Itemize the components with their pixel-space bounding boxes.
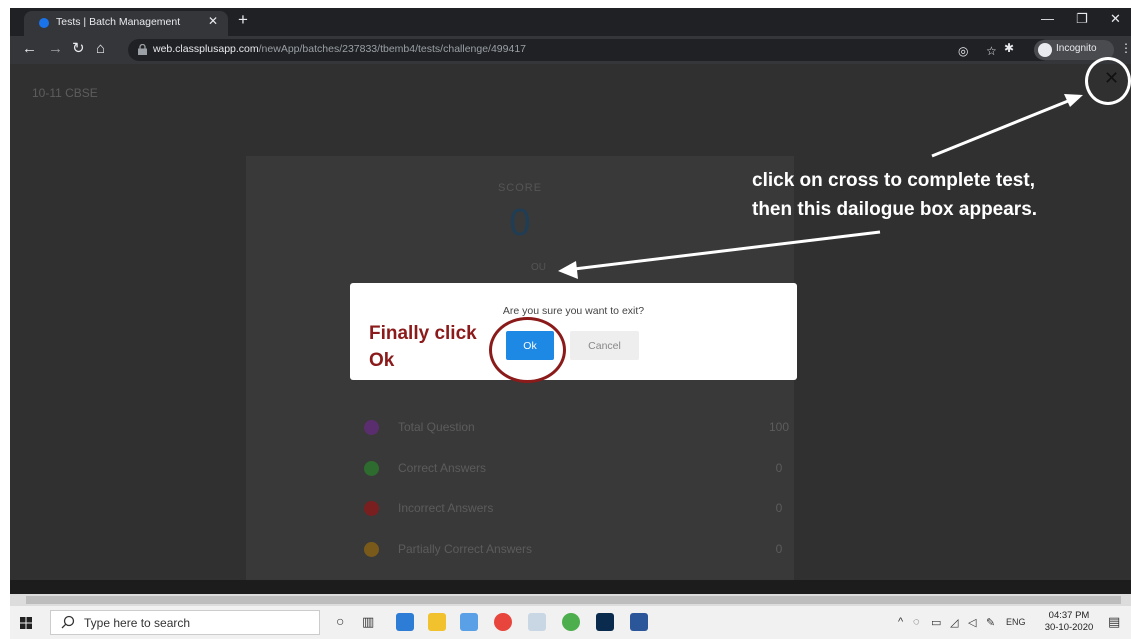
cancel-button[interactable]: Cancel xyxy=(570,331,639,360)
ok-annotation-circle xyxy=(489,317,566,383)
question-icon xyxy=(364,420,379,435)
lock-icon xyxy=(138,44,147,55)
browser-tab[interactable]: Tests | Batch Management ✕ xyxy=(24,11,228,36)
check-icon xyxy=(364,461,379,476)
stat-label: Partially Correct Answers xyxy=(398,542,533,556)
partial-icon xyxy=(364,542,379,557)
new-tab-button[interactable]: + xyxy=(238,10,248,30)
language-indicator[interactable]: ENG xyxy=(1006,617,1026,627)
menu-icon[interactable]: ⋮ xyxy=(1120,41,1131,55)
stat-total-question: Total Question 100 xyxy=(364,418,794,438)
forward-icon[interactable]: → xyxy=(48,40,63,58)
home-icon[interactable]: ⌂ xyxy=(96,40,105,58)
finally-instruction-note: Finally click Ok xyxy=(369,323,477,371)
minimize-icon[interactable]: — xyxy=(1041,11,1054,26)
windows-start-icon[interactable] xyxy=(20,617,32,629)
window-close-icon[interactable]: ✕ xyxy=(1110,11,1121,27)
taskbar-search[interactable]: Type here to search xyxy=(50,610,320,635)
browser-tab-bar: Tests | Batch Management ✕ + — ❐ ✕ xyxy=(10,8,1131,36)
battery-icon[interactable]: ▭ xyxy=(931,616,941,629)
page-footer-bar xyxy=(10,580,1131,594)
tab-close-icon[interactable]: ✕ xyxy=(208,14,218,28)
network-icon[interactable]: ◌ xyxy=(913,616,920,628)
star-icon[interactable]: ☆ xyxy=(986,44,997,58)
stat-incorrect: Incorrect Answers 0 xyxy=(364,499,794,519)
extensions-icon[interactable]: ✱ xyxy=(1004,41,1014,55)
address-bar[interactable]: web.classplusapp.com/newApp/batches/2378… xyxy=(128,39,1052,61)
stat-value: 0 xyxy=(775,542,783,556)
tray-chevron-icon[interactable]: ^ xyxy=(898,616,903,628)
favicon-icon xyxy=(39,18,49,28)
clock-date: 30-10-2020 xyxy=(1044,622,1094,633)
clock[interactable]: 04:37 PM 30-10-2020 xyxy=(1042,610,1096,634)
stat-value: 100 xyxy=(768,420,790,434)
incognito-icon xyxy=(1038,43,1052,57)
volume-icon[interactable]: ◁ xyxy=(968,616,976,629)
stat-value: 0 xyxy=(775,501,783,515)
stat-correct: Correct Answers 0 xyxy=(364,459,794,479)
chrome-icon[interactable] xyxy=(494,613,512,631)
app-icon-3[interactable] xyxy=(460,613,478,631)
stat-label: Correct Answers xyxy=(398,461,487,475)
dialog-message: Are you sure you want to exit? xyxy=(502,305,645,317)
back-icon[interactable]: ← xyxy=(22,40,37,58)
pen-icon[interactable]: ✎ xyxy=(986,616,995,629)
word-icon[interactable] xyxy=(630,613,648,631)
course-name: 10-11 CBSE xyxy=(32,86,98,100)
incognito-label: Incognito xyxy=(1056,43,1097,54)
stat-value: 0 xyxy=(775,461,783,475)
stat-label: Incorrect Answers xyxy=(398,501,494,515)
search-icon xyxy=(61,615,75,629)
cross-instruction-note: click on cross to complete test, then th… xyxy=(752,170,1038,220)
cortana-icon[interactable]: ○ xyxy=(336,613,344,629)
restore-icon[interactable]: ❐ xyxy=(1076,11,1088,27)
app-icon-5[interactable] xyxy=(528,613,546,631)
file-explorer-icon[interactable] xyxy=(428,613,446,631)
search-placeholder: Type here to search xyxy=(84,616,191,630)
url-text: web.classplusapp.com/newApp/batches/2378… xyxy=(153,43,527,55)
annotation-circle xyxy=(1085,57,1131,105)
stat-label: Total Question xyxy=(398,420,475,434)
eye-off-icon[interactable]: ◎ xyxy=(958,44,968,58)
cross-icon xyxy=(364,501,379,516)
browser-toolbar: ← → ↻ ⌂ web.classplusapp.com/newApp/batc… xyxy=(10,36,1131,64)
score-label: SCORE xyxy=(497,182,543,194)
wifi-icon[interactable]: ◿ xyxy=(950,616,958,629)
task-view-icon[interactable]: ▥ xyxy=(362,614,374,630)
app-icon-1[interactable] xyxy=(396,613,414,631)
whatsapp-icon[interactable] xyxy=(562,613,580,631)
reload-icon[interactable]: ↻ xyxy=(72,40,85,58)
clock-time: 04:37 PM xyxy=(1048,610,1090,621)
tab-title: Tests | Batch Management xyxy=(56,16,181,28)
stat-partial: Partially Correct Answers 0 xyxy=(364,540,794,560)
horizontal-scrollbar[interactable] xyxy=(10,594,1131,606)
score-value: 0 xyxy=(509,202,531,244)
scrollbar-thumb[interactable] xyxy=(26,596,1121,604)
taskbar: Type here to search ○ ▥ ^ ◌ ▭ ◿ ◁ ✎ ENG … xyxy=(10,606,1131,639)
photoshop-icon[interactable] xyxy=(596,613,614,631)
score-sub: OU xyxy=(531,262,546,273)
notification-icon[interactable]: ▤ xyxy=(1108,614,1120,630)
